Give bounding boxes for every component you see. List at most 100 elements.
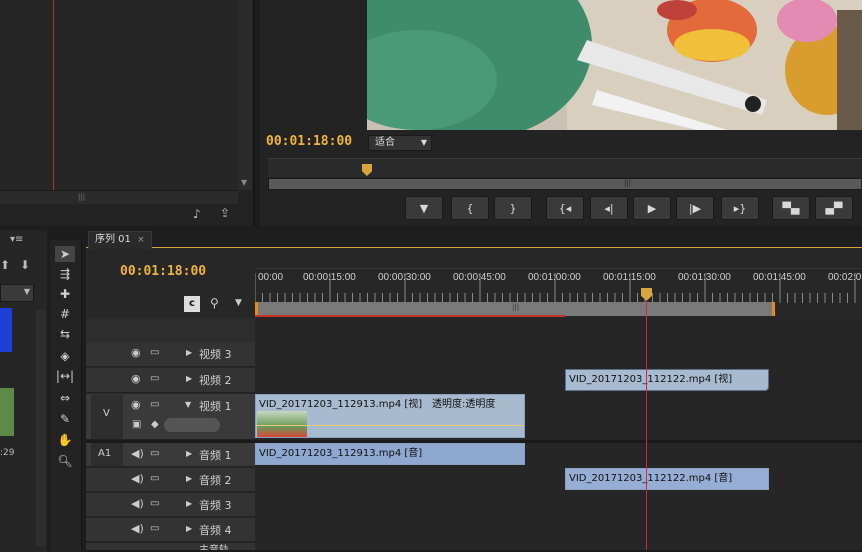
pen-tool-icon[interactable]: ✎ (55, 411, 75, 427)
film-icon[interactable]: ▭ (150, 373, 159, 384)
snap-icon[interactable]: c (184, 296, 200, 312)
triangle-right-icon[interactable]: ▶ (186, 474, 192, 483)
clip-v1-opacity[interactable]: 透明度:透明度 (432, 395, 495, 410)
eye-icon[interactable]: ◉ (131, 346, 141, 359)
ruler-label: 00:00 (258, 272, 284, 283)
go-to-in-button[interactable]: {◂ (546, 196, 584, 220)
down-arrow-icon[interactable]: ⬇ (20, 258, 30, 272)
track-select-tool-icon[interactable]: ⇶ (55, 266, 75, 282)
program-zoom-bar[interactable]: ||| (268, 178, 862, 190)
ruler-label: 00:00:15:00 (303, 272, 356, 283)
ripple-edit-tool-icon[interactable]: ✚ (55, 286, 75, 302)
audio-drag-icon[interactable]: ♪ (193, 207, 201, 221)
step-forward-icon[interactable]: |▶ (676, 196, 714, 220)
selection-tool-icon[interactable]: ➤ (55, 246, 75, 262)
source-playhead-line (53, 0, 54, 190)
step-back-icon[interactable]: ◂| (590, 196, 628, 220)
speaker-icon[interactable]: ◀) (131, 447, 144, 460)
tab-sequence-01[interactable]: 序列 01 × (88, 231, 152, 249)
timeline-panel: 序列 01 × 00:01:18:00 c ⚲ ▼ ||| ◉ ▭ ▶ 视频 3… (86, 230, 862, 552)
mark-out-button[interactable]: } (494, 196, 532, 220)
triangle-right-icon[interactable]: ▶ (186, 374, 192, 383)
display-style-icon[interactable]: ▣ (132, 419, 141, 430)
up-arrow-icon[interactable]: ⬆ (0, 258, 10, 272)
project-item-thumbnail-photo[interactable] (0, 388, 14, 436)
film-icon[interactable]: ▭ (150, 347, 159, 358)
triangle-down-icon[interactable]: ▼ (185, 400, 191, 409)
timeline-playhead-line[interactable] (646, 300, 647, 552)
ruler-label: 00:00:30:00 (378, 272, 431, 283)
project-item-thumbnail-blue[interactable] (0, 308, 12, 352)
speaker-icon[interactable]: ◀) (131, 522, 144, 535)
play-icon[interactable]: ▶ (633, 196, 671, 220)
ruler-label: 00:00:45:00 (453, 272, 506, 283)
add-marker-button[interactable]: ▼ (405, 196, 443, 220)
source-viewer (0, 0, 238, 190)
triangle-right-icon[interactable]: ▶ (186, 524, 192, 533)
clip-v1-label: VID_20171203_112913.mp4 [视] (259, 399, 423, 410)
film-icon[interactable]: ▭ (150, 399, 159, 410)
rolling-edit-tool-icon[interactable]: # (55, 306, 75, 322)
track-label-v1: 视频 1 (199, 400, 232, 413)
speaker-icon[interactable]: ◀) (131, 497, 144, 510)
work-area-bar[interactable]: ||| (255, 302, 775, 316)
hand-tool-icon[interactable]: ✋ (55, 432, 75, 448)
eye-icon[interactable]: ◉ (131, 398, 141, 411)
project-dropdown[interactable]: ▼ (0, 284, 34, 302)
export-icon[interactable]: ⇪ (220, 206, 230, 220)
chevron-down-icon: ▼ (23, 287, 30, 296)
lift-button[interactable]: ▀▄ (772, 196, 810, 220)
opacity-line[interactable] (256, 425, 524, 426)
panel-menu-icon[interactable]: ▾≡ (10, 234, 23, 245)
slip-tool-icon[interactable]: |↔| (55, 368, 75, 384)
extract-button[interactable]: ▄▀ (815, 196, 853, 220)
header-spacer (86, 318, 255, 342)
fit-dropdown[interactable]: 适合 ▼ (368, 135, 432, 151)
horizontal-scrollbar[interactable]: ||| (0, 190, 238, 204)
slide-tool-icon[interactable]: ⇔ (55, 390, 75, 406)
clip-a2[interactable]: VID_20171203_112122.mp4 [音] (565, 468, 769, 490)
rate-stretch-tool-icon[interactable]: ⇆ (55, 326, 75, 342)
timeline-tab-bar (86, 230, 862, 248)
vertical-scrollbar[interactable]: ▼ (238, 0, 252, 190)
source-panel: ▼ ||| ♪ ⇪ (0, 0, 255, 226)
track-label-a4: 音频 4 (199, 524, 232, 537)
keyframe-navigator[interactable] (164, 418, 220, 432)
film-icon[interactable]: ▭ (150, 498, 159, 509)
triangle-right-icon[interactable]: ▶ (186, 499, 192, 508)
program-time-ruler[interactable] (268, 158, 862, 177)
ruler-label: 00:01:00:00 (528, 272, 581, 283)
track-label-a1: 音频 1 (199, 449, 232, 462)
clip-v1-thumbnail (257, 411, 307, 437)
tools-panel: ➤ ⇶ ✚ # ⇆ ◈ |↔| ⇔ ✎ ✋ 🔍︎ (50, 240, 82, 552)
film-icon[interactable]: ▭ (150, 448, 159, 459)
link-icon[interactable]: ⚲ (210, 296, 219, 310)
go-to-out-button[interactable]: ▸} (721, 196, 759, 220)
clip-v1[interactable]: VID_20171203_112913.mp4 [视] 透明度:透明度 (255, 394, 525, 438)
film-icon[interactable]: ▭ (150, 473, 159, 484)
program-timecode[interactable]: 00:01:18:00 (266, 134, 352, 149)
eye-icon[interactable]: ◉ (131, 372, 141, 385)
close-icon[interactable]: × (137, 235, 145, 245)
scroll-grip[interactable]: ||| (78, 193, 85, 201)
source-patch-a1-label: A1 (98, 448, 112, 459)
scroll-down-arrow[interactable]: ▼ (241, 178, 247, 187)
sequence-timecode[interactable]: 00:01:18:00 (120, 264, 206, 279)
triangle-right-icon[interactable]: ▶ (186, 348, 192, 357)
zoom-grip[interactable]: ||| (624, 179, 631, 187)
triangle-right-icon[interactable]: ▶ (186, 449, 192, 458)
razor-tool-icon[interactable]: ◈ (55, 348, 75, 364)
clip-v2[interactable]: VID_20171203_112122.mp4 [视] (565, 369, 769, 391)
mark-in-button[interactable]: { (451, 196, 489, 220)
project-scrollbar[interactable] (36, 310, 46, 546)
speaker-icon[interactable]: ◀) (131, 472, 144, 485)
keyframe-icon[interactable]: ◆ (151, 419, 159, 430)
program-monitor: 00:01:18:00 适合 ▼ ||| ▼ { } {◂ ◂| ▶ |▶ ▸}… (260, 0, 862, 226)
film-icon[interactable]: ▭ (150, 523, 159, 534)
work-area-grip[interactable]: ||| (512, 303, 519, 311)
add-marker-icon[interactable]: ▼ (235, 298, 242, 308)
clip-a1[interactable]: VID_20171203_112913.mp4 [音] (255, 443, 525, 465)
fit-dropdown-label: 适合 (375, 137, 395, 148)
video-frame-image (367, 0, 862, 130)
zoom-tool-icon[interactable]: 🔍︎ (55, 453, 75, 469)
